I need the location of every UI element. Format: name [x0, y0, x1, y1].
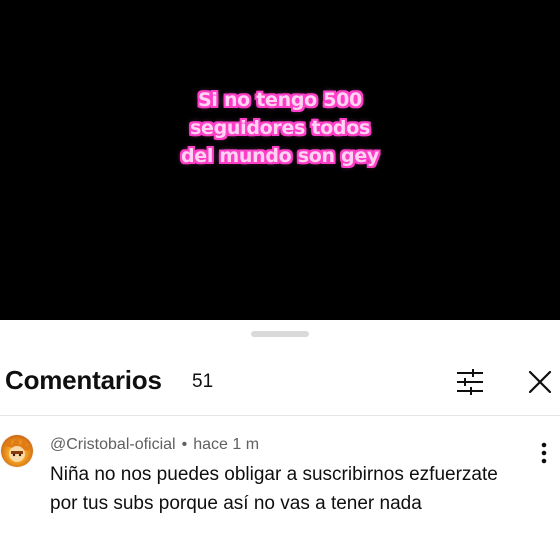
comment-body: Niña no nos puedes obligar a suscribirno… [50, 464, 498, 514]
comments-count: 51 [192, 371, 214, 392]
meta-separator: • [181, 436, 188, 453]
video-overlay-caption: Si no tengo 500 seguidores todos del mun… [130, 86, 430, 170]
comments-sheet: Comentarios 51 @Cristobal-oficial • hace… [0, 320, 560, 560]
comments-header: Comentarios 51 [0, 356, 560, 412]
drag-handle[interactable] [251, 331, 309, 337]
overlay-line-2: seguidores todos [190, 117, 370, 139]
avatar[interactable] [0, 434, 34, 468]
close-button[interactable] [520, 362, 560, 402]
overlay-line-1: Si no tengo 500 [198, 89, 362, 111]
comment-meta: @Cristobal-oficial • hace 1 m [50, 436, 259, 454]
more-vertical-icon [541, 442, 547, 464]
comment-item: @Cristobal-oficial • hace 1 m Niña no nos … [0, 416, 560, 560]
comments-title: Comentarios [5, 365, 162, 395]
sliders-icon [457, 369, 483, 395]
sort-filter-button[interactable] [450, 362, 490, 402]
video-player[interactable]: Si no tengo 500 seguidores todos del mun… [0, 0, 560, 320]
comment-time: hace 1 m [193, 436, 260, 453]
close-icon [529, 371, 551, 393]
comment-more-button[interactable] [532, 438, 556, 468]
comment-author[interactable]: @Cristobal-oficial [50, 436, 176, 453]
avatar-image [0, 434, 34, 468]
overlay-line-3: del mundo son gey [180, 145, 379, 167]
